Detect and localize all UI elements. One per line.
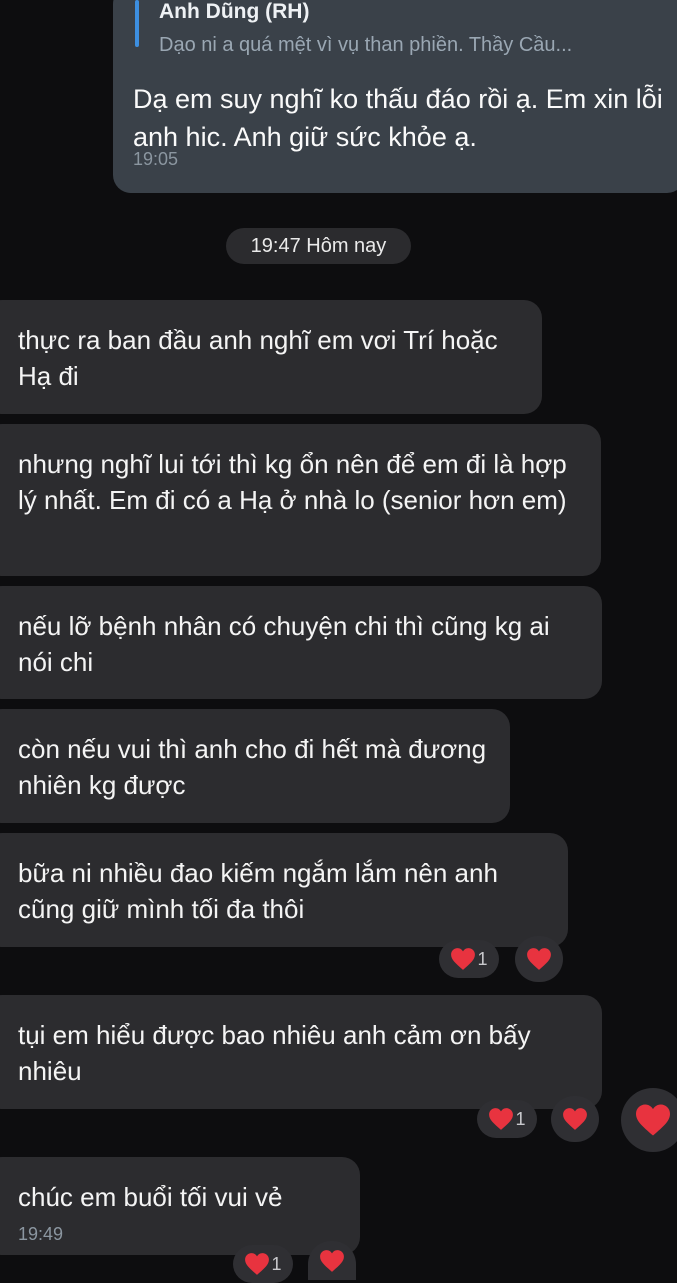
message-text: còn nếu vui thì anh cho đi hết mà đương … <box>18 734 487 800</box>
add-reaction-button[interactable] <box>551 1096 599 1142</box>
message-time: 19:05 <box>133 149 179 169</box>
incoming-message-bubble[interactable]: còn nếu vui thì anh cho đi hết mà đương … <box>0 709 510 823</box>
add-reaction-button[interactable] <box>621 1088 677 1152</box>
reaction-count: 1 <box>271 1253 282 1274</box>
reaction-count-badge[interactable]: 1 <box>233 1245 293 1283</box>
message-text: nếu lỡ bệnh nhân có chuyện chi thì cũng … <box>18 611 550 677</box>
message-text: chúc em buổi tối vui vẻ <box>18 1182 283 1212</box>
reaction-count: 1 <box>477 948 488 969</box>
reply-quote-text: Dạo ni a quá mệt vì vụ than phiền. Thầy … <box>159 34 573 56</box>
message-time: 19:49 <box>18 1224 64 1244</box>
red-heart-icon <box>451 948 476 970</box>
incoming-message-bubble[interactable]: tụi em hiểu được bao nhiêu anh cảm ơn bấ… <box>0 995 602 1109</box>
message-text: tụi em hiểu được bao nhiêu anh cảm ơn bấ… <box>18 1020 531 1086</box>
reaction-count: 1 <box>515 1108 526 1129</box>
add-reaction-button[interactable] <box>308 1241 356 1280</box>
date-separator: 19:47 Hôm nay <box>226 228 411 264</box>
incoming-message-bubble[interactable]: chúc em buổi tối vui vẻ 19:49 <box>0 1157 360 1255</box>
message-text: thực ra ban đầu anh nghĩ em vơi Trí hoặc… <box>18 325 498 391</box>
reply-quote-bar <box>135 0 139 47</box>
red-heart-icon <box>489 1108 514 1130</box>
red-heart-icon <box>636 1104 670 1136</box>
message-text: Dạ em suy nghĩ ko thấu đáo rồi ạ. Em xin… <box>133 84 663 152</box>
message-text: bữa ni nhiều đao kiếm ngắm lắm nên anh c… <box>18 858 498 924</box>
outgoing-message-bubble[interactable]: Anh Dũng (RH) Dạo ni a quá mệt vì vụ tha… <box>113 0 677 193</box>
message-text: nhưng nghĩ lui tới thì kg ổn nên để em đ… <box>18 449 567 515</box>
red-heart-icon <box>245 1253 270 1275</box>
reaction-count-badge[interactable]: 1 <box>477 1100 537 1138</box>
reply-sender-name: Anh Dũng (RH) <box>159 0 310 23</box>
add-reaction-button[interactable] <box>515 936 563 982</box>
incoming-message-bubble[interactable]: thực ra ban đầu anh nghĩ em vơi Trí hoặc… <box>0 300 542 414</box>
incoming-message-bubble[interactable]: nếu lỡ bệnh nhân có chuyện chi thì cũng … <box>0 586 602 699</box>
incoming-message-bubble[interactable]: bữa ni nhiều đao kiếm ngắm lắm nên anh c… <box>0 833 568 947</box>
incoming-message-bubble[interactable]: nhưng nghĩ lui tới thì kg ổn nên để em đ… <box>0 424 601 576</box>
red-heart-icon <box>320 1249 344 1272</box>
red-heart-icon <box>563 1108 587 1130</box>
reaction-count-badge[interactable]: 1 <box>439 940 499 978</box>
red-heart-icon <box>527 948 551 970</box>
